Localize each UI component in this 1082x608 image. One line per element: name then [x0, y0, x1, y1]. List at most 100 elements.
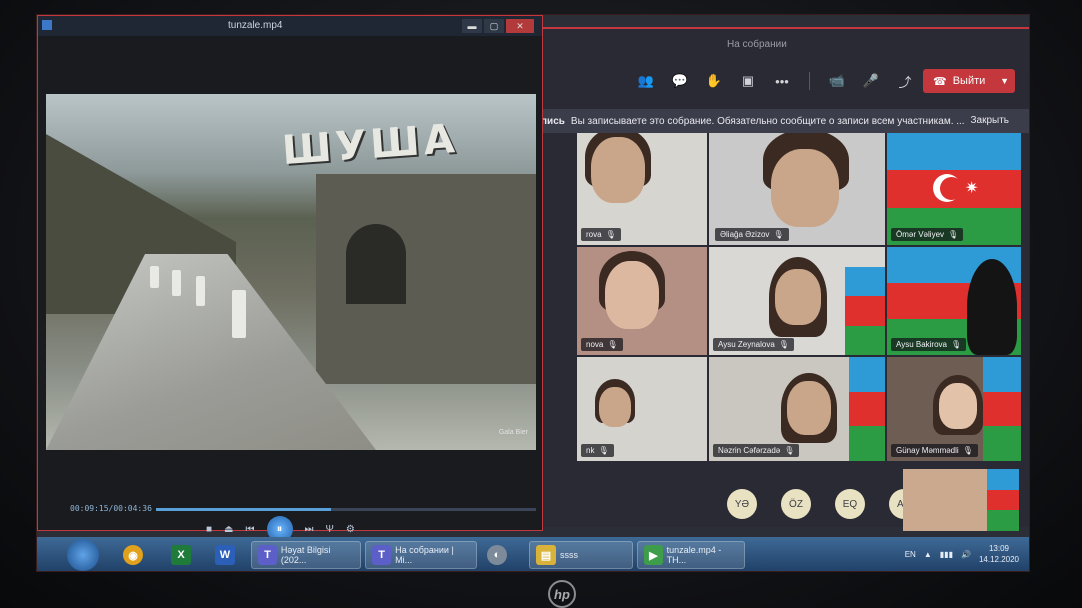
participant-name-tag: Əliağa Əzizov 🎙	[715, 228, 789, 241]
participant-name: Əliağa Əzizov	[720, 230, 770, 239]
video-frame[interactable]: ШУША Gala Bier	[46, 94, 536, 450]
chrome-icon: ◉	[123, 545, 143, 565]
player-title-bar[interactable]: tunzale.mp4 ▬ ▢ ✕	[38, 16, 542, 36]
start-button[interactable]	[67, 539, 99, 571]
participant-name: nova	[586, 340, 604, 349]
azerbaijan-flag	[849, 357, 885, 461]
close-button[interactable]: ✕	[506, 19, 534, 33]
chevron-down-icon[interactable]: ▼	[1000, 76, 1009, 86]
taskbar-app-chrome[interactable]: ◉	[117, 541, 149, 569]
participant-name-tag: Aysu Bakirova 🎙	[891, 338, 967, 351]
equalizer-icon[interactable]: Ψ	[326, 524, 334, 535]
participant-tile[interactable]: rova 🎙	[577, 133, 707, 245]
recording-banner-text: Вы записываете это собрание. Обязательно…	[570, 115, 965, 127]
previous-icon[interactable]: ⏮	[246, 524, 255, 535]
participant-name-tag: nk 🎙	[581, 444, 614, 457]
language-indicator[interactable]: EN	[905, 550, 916, 559]
teams-icon: T	[372, 545, 392, 565]
road-post	[196, 276, 205, 306]
word-icon: W	[215, 545, 235, 565]
participant-tile[interactable]: Nəzrin Cəfərzadə 🎙	[709, 357, 885, 461]
taskbar-app-teams-class[interactable]: T Həyat Bilgisi (202...	[251, 541, 361, 569]
taskbar-app-word[interactable]: W	[209, 541, 241, 569]
share-screen-icon[interactable]: ⤴	[896, 72, 914, 90]
next-icon[interactable]: ⏭	[305, 524, 314, 535]
participant-hair	[945, 477, 975, 511]
recording-banner: пись Вы записываете это собрание. Обязат…	[537, 109, 1029, 133]
participant-tile[interactable]: Əliağa Əzizov 🎙	[709, 133, 885, 245]
raise-hand-icon[interactable]: ✋	[705, 72, 723, 90]
window-controls: ▬ ▢ ✕	[462, 19, 534, 33]
stop-icon[interactable]: ■	[206, 524, 212, 535]
participant-avatar[interactable]: EQ	[835, 489, 865, 519]
self-view-video[interactable]	[903, 469, 1019, 531]
eject-icon[interactable]: ⏏	[224, 524, 233, 535]
microphone-icon[interactable]: 🎤	[862, 72, 880, 90]
taskbar-app-media-player[interactable]: ▶ tunzale.mp4 - TH...	[637, 541, 745, 569]
taskbar-app-label: tunzale.mp4 - TH...	[666, 545, 722, 565]
leave-button[interactable]: ☎ Выйти ▼	[923, 69, 1015, 93]
video-watermark: Gala Bier	[498, 429, 528, 436]
maximize-button[interactable]: ▢	[484, 19, 504, 33]
media-player-icon: ▶	[644, 545, 663, 565]
phone-icon: ☎	[933, 75, 947, 88]
hp-logo: hp	[548, 580, 576, 608]
toolbar-divider	[809, 72, 810, 90]
participant-face	[787, 381, 831, 435]
road-post	[172, 270, 181, 296]
clock[interactable]: 13:09 14.12.2020	[979, 543, 1019, 565]
participants-icon[interactable]: 👥	[637, 72, 655, 90]
mic-off-icon: 🎙	[948, 230, 959, 239]
participant-name-tag: Ömər Vəliyev 🎙	[891, 228, 964, 241]
player-file-title: tunzale.mp4	[228, 20, 283, 31]
screen: На собрании 👥 💬 ✋ ▣ ••• 📹 🎤 ⤴ ☎ Выйти ▼ …	[36, 14, 1030, 572]
breakout-rooms-icon[interactable]: ▣	[739, 72, 757, 90]
participant-tile[interactable]: ✷ Ömər Vəliyev 🎙	[887, 133, 1021, 245]
participant-tile[interactable]: Aysu Bakirova 🎙	[887, 247, 1021, 355]
azerbaijan-flag	[845, 267, 885, 355]
participant-tile[interactable]: nova 🎙	[577, 247, 707, 355]
chat-icon[interactable]: 💬	[671, 72, 689, 90]
road-post	[150, 266, 159, 288]
participant-face	[939, 383, 977, 429]
player-controls: 00:09:15/00:04:36 ■ ⏏ ⏮ ⏸ ⏭ Ψ ⚙	[66, 496, 546, 542]
mic-off-icon: 🎙	[598, 446, 609, 455]
participant-avatar[interactable]: ÖZ	[781, 489, 811, 519]
meeting-toolbar: 👥 💬 ✋ ▣ ••• 📹 🎤 ⤴	[637, 69, 914, 93]
network-icon[interactable]: ▮▮▮	[940, 550, 953, 559]
mic-off-icon: 🎙	[607, 340, 618, 349]
participant-avatar[interactable]: YƏ	[727, 489, 757, 519]
participant-face	[599, 387, 631, 427]
participant-face	[605, 261, 659, 329]
participant-tile[interactable]: Aysu Zeynalova 🎙	[709, 247, 885, 355]
volume-icon[interactable]: 🔊	[961, 550, 971, 559]
minimize-button[interactable]: ▬	[462, 19, 482, 33]
participant-name-tag: Nəzrin Cəfərzadə 🎙	[713, 444, 800, 457]
participant-tile[interactable]: nk 🎙	[577, 357, 707, 461]
taskbar-app-label: Həyat Bilgisi (202...	[280, 545, 331, 565]
taskbar-app-excel[interactable]: X	[165, 541, 197, 569]
taskbar-app-teams-meeting[interactable]: T На собрании | Mi...	[365, 541, 477, 569]
shusha-sign: ШУША	[280, 115, 461, 175]
settings-icon[interactable]: ⚙	[346, 524, 355, 535]
app-icon: ◐	[487, 545, 507, 565]
banner-close-link[interactable]: Закрыть	[970, 115, 1009, 126]
participant-name: Ömər Vəliyev	[896, 230, 945, 239]
camera-icon[interactable]: 📹	[828, 72, 846, 90]
participant-name: Günay Məmmədli	[896, 446, 959, 455]
leave-button-label: Выйти	[952, 75, 986, 87]
participant-name-tag: nova 🎙	[581, 338, 623, 351]
participant-tile[interactable]: Günay Məmmədli 🎙	[887, 357, 1021, 461]
mic-off-icon: 🎙	[778, 340, 789, 349]
participant-name-tag: Günay Məmmədli 🎙	[891, 444, 978, 457]
taskbar-app-generic[interactable]: ◐	[481, 541, 513, 569]
tray-arrow-icon[interactable]: ▲	[924, 550, 932, 559]
clock-time: 13:09	[988, 544, 1009, 553]
bridge-arch	[346, 224, 406, 304]
folder-icon: ▤	[536, 545, 556, 565]
recording-banner-prefix: пись	[541, 115, 565, 127]
more-actions-icon[interactable]: •••	[773, 72, 791, 90]
taskbar-app-folder[interactable]: ▤ ssss	[529, 541, 633, 569]
participant-face	[771, 149, 839, 227]
seek-bar[interactable]	[156, 508, 536, 511]
